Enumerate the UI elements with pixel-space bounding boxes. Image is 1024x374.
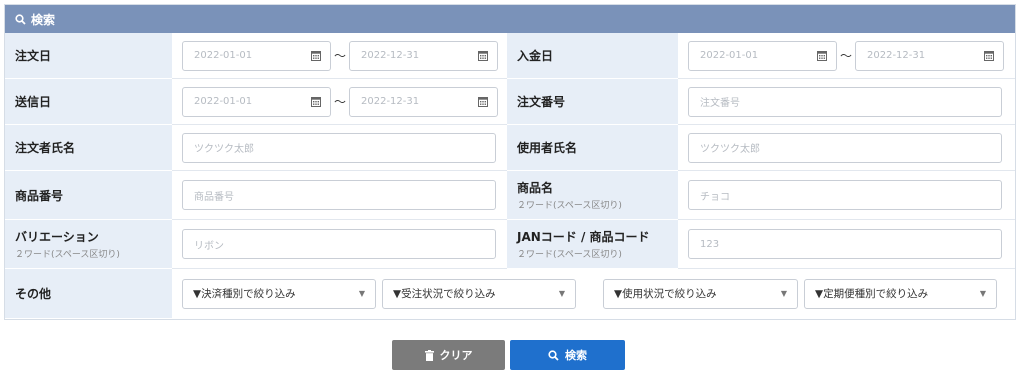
label-variation: バリエーション ２ワード(スペース区切り) <box>5 220 172 269</box>
order-status-select[interactable]: ▼受注状況で絞り込み ▼ <box>382 278 576 309</box>
label-jan-code: JANコード / 商品コード ２ワード(スペース区切り) <box>507 220 678 269</box>
clear-button[interactable]: クリア <box>392 340 505 370</box>
product-no-input[interactable]: 商品番号 <box>182 180 496 210</box>
calendar-icon <box>817 51 827 61</box>
label-sent-date: 送信日 <box>5 79 172 125</box>
jan-code-cell: 123 <box>678 220 1015 269</box>
search-icon <box>548 349 559 361</box>
range-separator: 〜 <box>839 49 852 63</box>
subscription-type-select[interactable]: ▼定期便種別で絞り込み ▼ <box>804 278 997 309</box>
search-form: 注文日 2022-01-01 〜 2022-12-31 入金日 2022-01-… <box>5 33 1015 318</box>
variation-cell: リボン <box>172 220 507 269</box>
order-date-from[interactable]: 2022-01-01 <box>182 40 331 71</box>
calendar-icon <box>311 97 321 107</box>
search-button[interactable]: 検索 <box>510 340 625 370</box>
caret-down-icon: ▼ <box>558 289 565 298</box>
order-no-input[interactable]: 注文番号 <box>688 86 1002 117</box>
label-other: その他 <box>5 269 172 318</box>
calendar-icon <box>478 51 488 61</box>
other-filters: ▼決済種別で絞り込み ▼ ▼受注状況で絞り込み ▼ ▼使用状況で絞り込み ▼ ▼定期便… <box>172 269 1015 318</box>
panel-title: 検索 <box>31 12 56 27</box>
label-orderer-name: 注文者氏名 <box>5 125 172 171</box>
calendar-icon <box>984 51 994 61</box>
payment-date-range: 2022-01-01 〜 2022-12-31 <box>678 33 1015 79</box>
caret-down-icon: ▼ <box>979 289 986 298</box>
label-product-no: 商品番号 <box>5 171 172 220</box>
calendar-icon <box>478 97 488 107</box>
label-order-date: 注文日 <box>5 33 172 79</box>
sent-date-range: 2022-01-01 〜 2022-12-31 <box>172 79 507 125</box>
hint-text: ２ワード(スペース区切り) <box>517 201 622 211</box>
payment-type-select[interactable]: ▼決済種別で絞り込み ▼ <box>182 278 376 309</box>
product-name-input[interactable]: チョコ <box>688 180 1002 210</box>
label-order-no: 注文番号 <box>507 79 678 125</box>
payment-date-from[interactable]: 2022-01-01 <box>688 40 837 71</box>
product-no-cell: 商品番号 <box>172 171 507 220</box>
orderer-name-cell: ツクツク太郎 <box>172 125 507 171</box>
caret-down-icon: ▼ <box>358 289 365 298</box>
user-name-cell: ツクツク太郎 <box>678 125 1015 171</box>
order-date-range: 2022-01-01 〜 2022-12-31 <box>172 33 507 79</box>
variation-input[interactable]: リボン <box>182 229 496 259</box>
range-separator: 〜 <box>333 95 346 109</box>
label-payment-date: 入金日 <box>507 33 678 79</box>
label-product-name: 商品名 ２ワード(スペース区切り) <box>507 171 678 220</box>
usage-status-select[interactable]: ▼使用状況で絞り込み ▼ <box>603 278 798 309</box>
sent-date-to[interactable]: 2022-12-31 <box>349 86 498 117</box>
label-user-name: 使用者氏名 <box>507 125 678 171</box>
trash-icon <box>424 349 434 361</box>
user-name-input[interactable]: ツクツク太郎 <box>688 132 1002 163</box>
calendar-icon <box>311 51 321 61</box>
payment-date-to[interactable]: 2022-12-31 <box>855 40 1004 71</box>
jan-code-input[interactable]: 123 <box>688 229 1002 259</box>
hint-text: ２ワード(スペース区切り) <box>15 250 120 260</box>
caret-down-icon: ▼ <box>780 289 787 298</box>
order-no-cell: 注文番号 <box>678 79 1015 125</box>
sent-date-from[interactable]: 2022-01-01 <box>182 86 331 117</box>
order-date-to[interactable]: 2022-12-31 <box>349 40 498 71</box>
product-name-cell: チョコ <box>678 171 1015 220</box>
panel-header: 検索 <box>5 5 1015 33</box>
hint-text: ２ワード(スペース区切り) <box>517 250 622 260</box>
range-separator: 〜 <box>333 49 346 63</box>
search-icon <box>15 13 26 25</box>
search-panel: 検索 注文日 2022-01-01 〜 2022-12-31 入金日 2022-… <box>4 4 1016 320</box>
orderer-name-input[interactable]: ツクツク太郎 <box>182 132 496 163</box>
